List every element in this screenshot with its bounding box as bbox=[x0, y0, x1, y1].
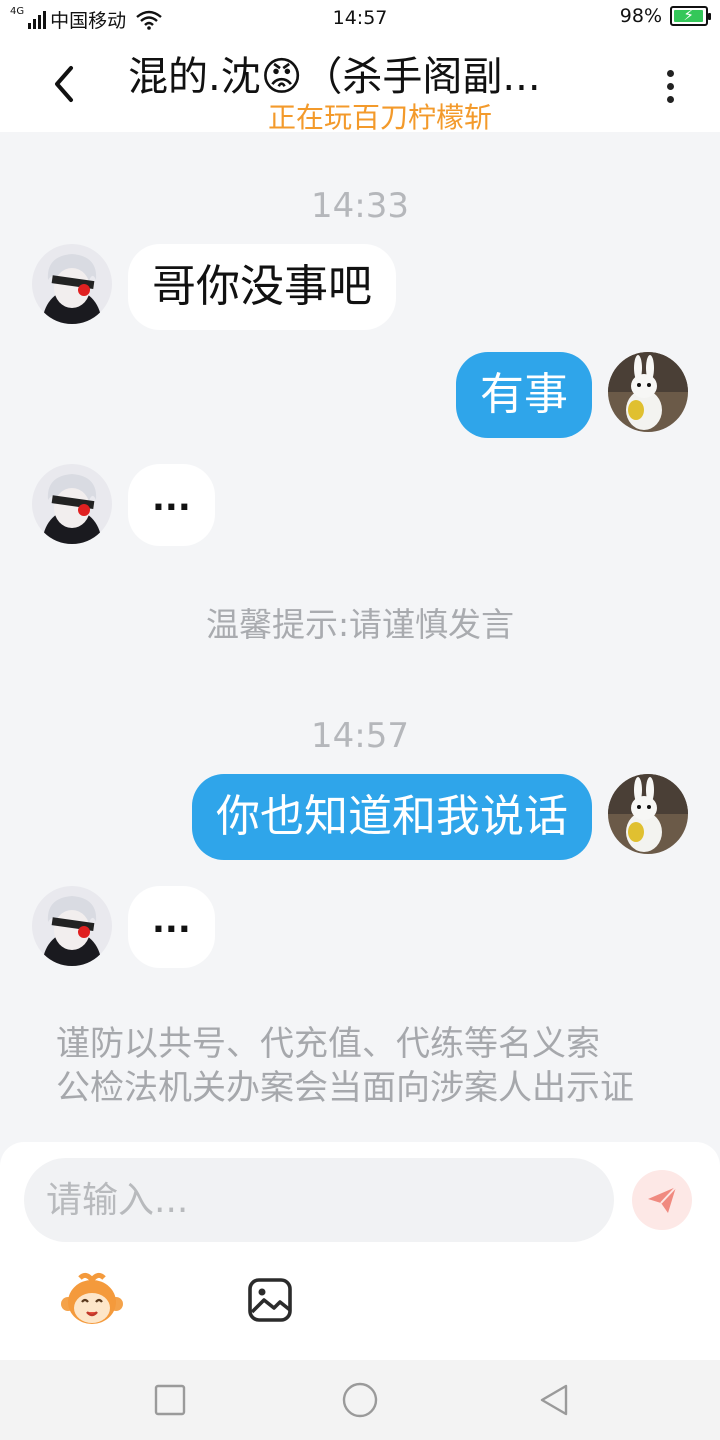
triangle-back-icon bbox=[540, 1384, 568, 1416]
self-avatar[interactable] bbox=[608, 352, 688, 432]
message-list[interactable]: 14:33 哥你没事吧 有事 ... 温馨提示:请谨慎发言 14:57 你也知道… bbox=[0, 132, 720, 1142]
more-vertical-icon bbox=[666, 69, 674, 103]
paper-plane-icon bbox=[648, 1186, 677, 1213]
notice-line: 公检法机关办案会当面向涉案人出示证 bbox=[56, 1068, 634, 1108]
timestamp: 14:57 bbox=[311, 716, 409, 756]
input-panel bbox=[0, 1142, 720, 1360]
chat-header: 混的.沈😡（杀手阁副... 正在玩百刀柠檬斩 bbox=[0, 36, 720, 134]
send-button[interactable] bbox=[632, 1170, 692, 1230]
status-bar: 4G 中国移动 14:57 98% ⚡ bbox=[0, 0, 720, 36]
battery-icon: ⚡ bbox=[670, 6, 711, 26]
contact-avatar-image bbox=[32, 244, 112, 324]
contact-avatar-image bbox=[32, 464, 112, 544]
battery-percent: 98% bbox=[619, 5, 662, 27]
now-playing-status: 正在玩百刀柠檬斩 bbox=[267, 101, 492, 134]
self-avatar-image bbox=[608, 352, 688, 432]
contact-avatar[interactable] bbox=[32, 464, 112, 544]
image-button[interactable] bbox=[246, 1276, 294, 1324]
home-button[interactable] bbox=[340, 1380, 380, 1420]
self-avatar-image bbox=[608, 774, 688, 854]
timestamp: 14:33 bbox=[311, 186, 409, 226]
contact-avatar[interactable] bbox=[32, 244, 112, 324]
contact-avatar-image bbox=[32, 886, 112, 966]
image-icon bbox=[248, 1278, 292, 1322]
chat-title: 混的.沈😡（杀手阁副... bbox=[128, 54, 541, 100]
notice-line: 谨防以共号、代充值、代练等名义索 bbox=[56, 1024, 600, 1064]
more-button[interactable] bbox=[646, 62, 694, 110]
status-right: 98% ⚡ bbox=[619, 5, 711, 27]
recents-button[interactable] bbox=[150, 1380, 190, 1420]
monkey-emoji-icon bbox=[61, 1272, 123, 1324]
safety-hint: 温馨提示:请谨慎发言 bbox=[205, 605, 515, 644]
battery-level-fill: ⚡ bbox=[674, 6, 704, 24]
message-bubble-incoming[interactable]: 哥你没事吧 bbox=[128, 244, 396, 330]
self-avatar[interactable] bbox=[608, 774, 688, 854]
contact-avatar[interactable] bbox=[32, 886, 112, 966]
message-input[interactable] bbox=[24, 1158, 614, 1242]
system-navigation-bar bbox=[0, 1360, 720, 1440]
message-bubble-outgoing[interactable]: 有事 bbox=[456, 352, 592, 438]
message-bubble-outgoing[interactable]: 你也知道和我说话 bbox=[192, 774, 592, 860]
circle-icon bbox=[342, 1382, 378, 1418]
square-icon bbox=[154, 1384, 186, 1416]
back-nav-button[interactable] bbox=[534, 1380, 574, 1420]
message-bubble-incoming[interactable]: ... bbox=[128, 886, 215, 968]
emoji-button[interactable] bbox=[60, 1272, 124, 1328]
status-time: 14:57 bbox=[332, 7, 388, 29]
message-bubble-incoming[interactable]: ... bbox=[128, 464, 215, 546]
anti-fraud-notice: 谨防以共号、代充值、代练等名义索 公检法机关办案会当面向涉案人出示证 bbox=[56, 1022, 662, 1110]
